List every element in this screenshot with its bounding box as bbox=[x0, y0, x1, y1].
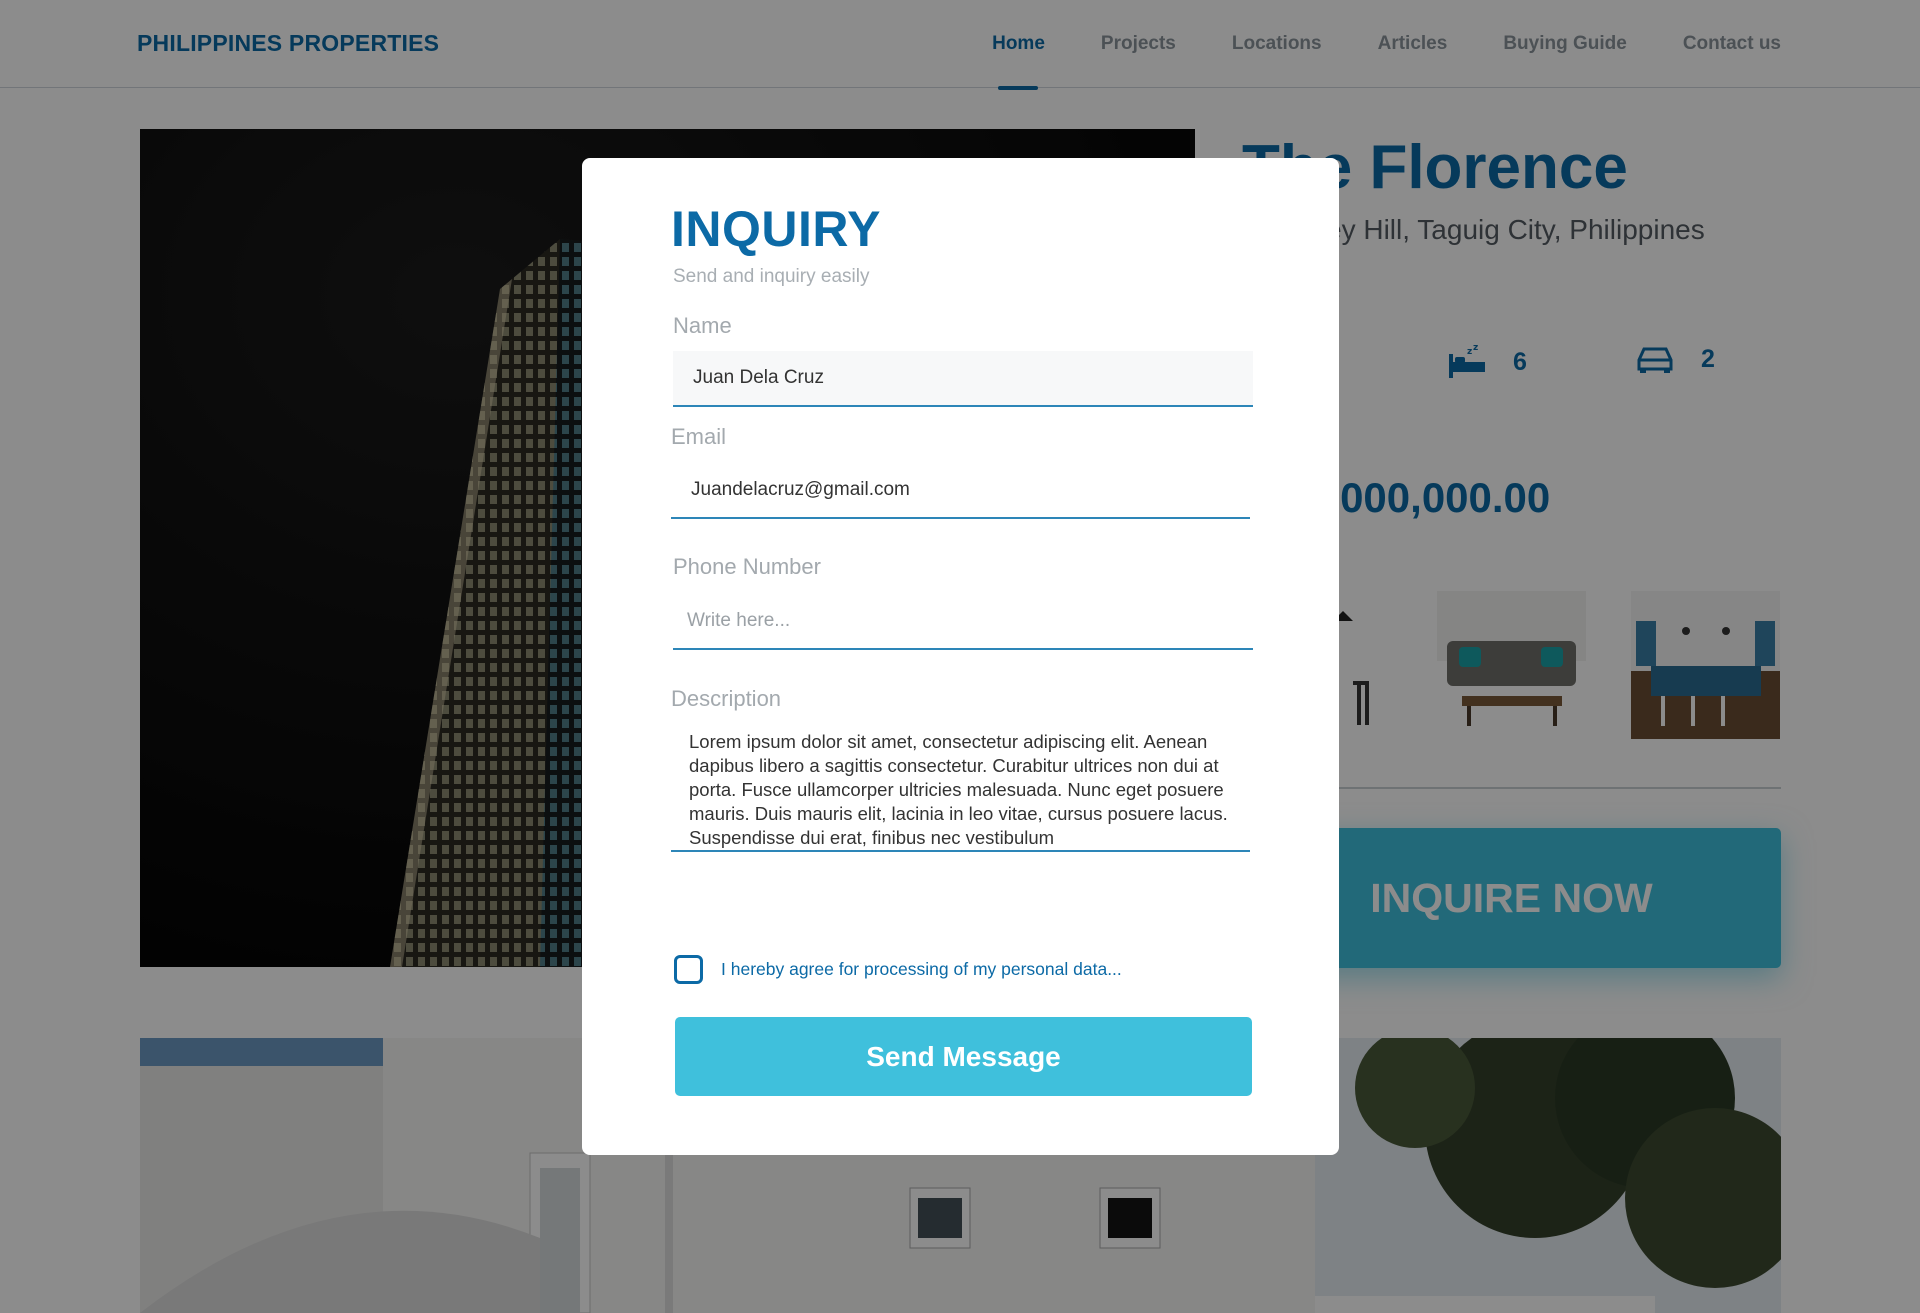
phone-label: Phone Number bbox=[673, 554, 821, 579]
consent-checkbox[interactable] bbox=[674, 955, 703, 984]
inquiry-title: INQUIRY bbox=[671, 201, 881, 257]
send-message-button[interactable]: Send Message bbox=[675, 1017, 1252, 1096]
inquiry-modal: INQUIRY Send and inquiry easily Name Ema… bbox=[582, 158, 1339, 1155]
name-field[interactable] bbox=[673, 351, 1253, 407]
consent-label[interactable]: I hereby agree for processing of my pers… bbox=[721, 959, 1122, 980]
description-label: Description bbox=[671, 686, 782, 711]
inquiry-subtitle: Send and inquiry easily bbox=[673, 266, 870, 287]
email-field[interactable] bbox=[671, 463, 1250, 519]
name-label: Name bbox=[673, 313, 732, 338]
email-label: Email bbox=[671, 424, 727, 449]
phone-field[interactable] bbox=[673, 594, 1253, 650]
description-field[interactable]: Lorem ipsum dolor sit amet, consectetur … bbox=[671, 722, 1250, 852]
